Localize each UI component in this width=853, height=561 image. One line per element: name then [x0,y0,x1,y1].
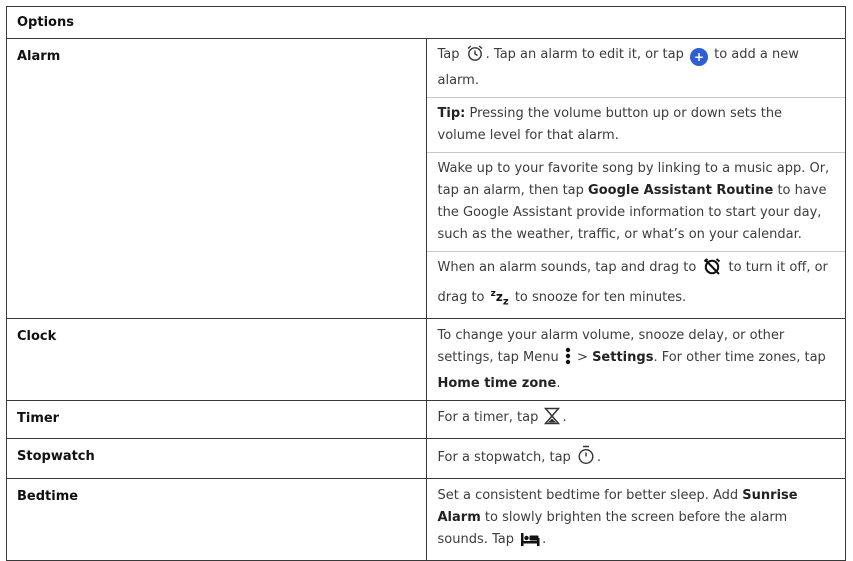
row-desc-clock: To change your alarm volume, snooze dela… [425,318,846,402]
row-desc-timer: For a timer, tap . [425,400,846,440]
table-row-bedtime: Bedtime Set a consistent bedtime for bet… [6,478,846,561]
text: For a stopwatch, tap [437,450,575,466]
text: . [596,450,602,466]
bedtime-para: Set a consistent bedtime for better slee… [427,479,846,560]
text: to snooze for ten minutes. [510,290,687,305]
row-label-stopwatch: Stopwatch [6,438,427,480]
text: Pressing the volume button up or down se… [437,106,783,143]
snooze-icon: zzz [490,289,509,308]
stopwatch-icon [577,445,595,473]
options-table-wrap: Options Alarm Tap . Tap an alarm to edit… [6,6,846,561]
bold-term: Home time zone [437,376,557,392]
table-row-alarm: Alarm Tap . Tap an alarm to edit it, or … [6,37,846,320]
alarm-clock-icon [466,44,484,70]
text: When an alarm sounds, tap and drag to [437,260,701,275]
bed-icon [520,531,540,555]
alarm-para-1: Tap . Tap an alarm to edit it, or tap + … [426,39,845,98]
table-row-stopwatch: Stopwatch For a stopwatch, tap . [6,438,846,480]
text: Tap [437,47,464,62]
add-icon: + [689,48,708,66]
text: . Tap an alarm to edit it, or tap [485,47,688,62]
timer-para: For a timer, tap . [427,401,846,438]
row-desc-alarm: Tap . Tap an alarm to edit it, or tap + … [425,37,846,320]
alarm-tip: Tip: Pressing the volume button up or do… [426,98,845,153]
row-label-bedtime: Bedtime [6,478,427,561]
text: . For other time zones, tap [653,350,826,366]
menu-dots-icon [565,347,571,373]
text: . [542,532,547,548]
text: . [562,410,567,426]
alarm-off-icon [702,257,722,283]
alarm-para-3: Wake up to your favorite song by linking… [426,153,845,252]
hourglass-icon [544,407,561,433]
stopwatch-para: For a stopwatch, tap . [427,439,846,478]
row-label-timer: Timer [6,400,427,440]
text: > [572,350,593,366]
tip-label: Tip: [437,106,466,121]
table-row-clock: Clock To change your alarm volume, snooz… [6,318,846,402]
table-header-row: Options [6,6,846,39]
table-row-timer: Timer For a timer, tap . [6,400,846,440]
row-label-clock: Clock [6,318,427,402]
text: For a timer, tap [437,410,543,426]
row-desc-bedtime: Set a consistent bedtime for better slee… [425,478,846,561]
bold-term: Google Assistant Routine [588,183,774,198]
options-table: Options Alarm Tap . Tap an alarm to edit… [6,6,846,561]
row-label-alarm: Alarm [6,37,427,320]
row-desc-stopwatch: For a stopwatch, tap . [425,438,846,480]
text: Set a consistent bedtime for better slee… [437,488,743,504]
text: . [556,376,561,392]
alarm-para-4: When an alarm sounds, tap and drag to to… [427,252,846,318]
text: to slowly brighten the screen before the… [437,510,788,548]
clock-para: To change your alarm volume, snooze dela… [427,319,846,400]
bold-term: Settings [592,350,654,366]
table-header: Options [6,6,846,39]
